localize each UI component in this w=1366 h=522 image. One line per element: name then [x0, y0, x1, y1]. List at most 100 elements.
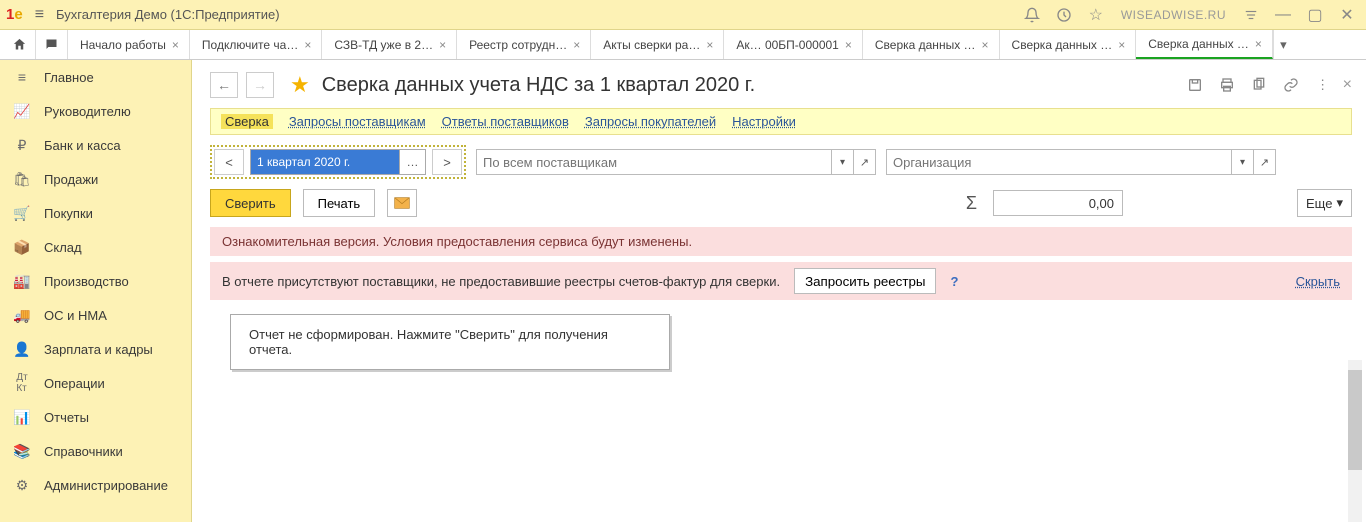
subtab-sverka[interactable]: Сверка [221, 114, 273, 129]
tab-6[interactable]: Сверка данных …× [863, 30, 1000, 59]
missing-warning-text: В отчете присутствуют поставщики, не пре… [222, 274, 780, 289]
sidebar-item-refs[interactable]: 📚 Справочники [0, 434, 191, 468]
history-icon[interactable] [1051, 2, 1077, 28]
sidebar-item-sales[interactable]: 🛍Продажи [0, 162, 191, 196]
close-icon[interactable]: × [573, 38, 580, 52]
sidebar: ≡Главное 📈Руководителю ₽Банк и касса 🛍Пр… [0, 60, 192, 522]
sidebar-item-label: Отчеты [44, 410, 89, 425]
print-icon[interactable] [1215, 73, 1239, 97]
sidebar-item-reports[interactable]: 📊 Отчеты [0, 400, 191, 434]
missing-warning: В отчете присутствуют поставщики, не пре… [210, 262, 1352, 300]
main-area: ← → ★ Сверка данных учета НДС за 1 кварт… [192, 60, 1366, 522]
close-page-icon[interactable]: × [1343, 76, 1352, 94]
tab-8[interactable]: Сверка данных …× [1136, 30, 1273, 59]
close-icon[interactable]: × [982, 38, 989, 52]
email-button[interactable] [387, 189, 417, 217]
feed-button[interactable] [36, 30, 68, 59]
close-icon[interactable]: × [1118, 38, 1125, 52]
supplier-input[interactable] [476, 149, 832, 175]
tab-7[interactable]: Сверка данных …× [1000, 30, 1137, 59]
sidebar-item-assets[interactable]: 🚚ОС и НМА [0, 298, 191, 332]
minimize-icon[interactable]: — [1270, 2, 1296, 28]
sidebar-item-label: Главное [44, 70, 94, 85]
period-next-button[interactable]: > [432, 149, 462, 175]
page-title: Сверка данных учета НДС за 1 квартал 202… [322, 74, 756, 97]
sidebar-item-bank[interactable]: ₽Банк и касса [0, 128, 191, 162]
hamburger-icon[interactable]: ≡ [29, 6, 50, 24]
supplier-combo: ▾ ↗ [476, 149, 876, 175]
maximize-icon[interactable]: ▢ [1302, 2, 1328, 28]
book-icon: 📚 [14, 443, 30, 459]
tab-5[interactable]: Ак… 00БП-000001× [724, 30, 863, 59]
sidebar-item-operations[interactable]: ДтКтОперации [0, 366, 191, 400]
supplier-open-icon[interactable]: ↗ [854, 149, 876, 175]
operations-icon: ДтКт [14, 375, 30, 391]
sub-tabs: Сверка Запросы поставщикам Ответы постав… [210, 108, 1352, 135]
org-open-icon[interactable]: ↗ [1254, 149, 1276, 175]
tab-0[interactable]: Начало работы× [68, 30, 190, 59]
sidebar-item-label: Продажи [44, 172, 98, 187]
subtab-answers-suppliers[interactable]: Ответы поставщиков [442, 114, 569, 129]
tabs-overflow-icon[interactable]: ▾ [1273, 30, 1293, 59]
subtab-requests-buyers[interactable]: Запросы покупателей [585, 114, 716, 129]
gear-icon: ⚙ [14, 477, 30, 493]
page-header: ← → ★ Сверка данных учета НДС за 1 кварт… [210, 72, 1352, 98]
org-dropdown-icon[interactable]: ▾ [1232, 149, 1254, 175]
tab-4[interactable]: Акты сверки ра…× [591, 30, 724, 59]
subtab-requests-suppliers[interactable]: Запросы поставщикам [289, 114, 426, 129]
supplier-dropdown-icon[interactable]: ▾ [832, 149, 854, 175]
close-window-icon[interactable]: ✕ [1334, 2, 1360, 28]
org-combo: ▾ ↗ [886, 149, 1276, 175]
sum-field: 0,00 [993, 190, 1123, 216]
subtab-settings[interactable]: Настройки [732, 114, 796, 129]
sidebar-item-label: Покупки [44, 206, 93, 221]
sidebar-item-production[interactable]: 🏭 Производство [0, 264, 191, 298]
sidebar-item-salary[interactable]: 👤 Зарплата и кадры [0, 332, 191, 366]
factory-icon: 🏭 [14, 273, 30, 289]
bell-icon[interactable] [1019, 2, 1045, 28]
sidebar-item-label: Производство [44, 274, 129, 289]
star-icon[interactable]: ☆ [1083, 2, 1109, 28]
tab-3[interactable]: Реестр сотрудн…× [457, 30, 591, 59]
scrollbar[interactable] [1348, 360, 1362, 522]
more-vert-icon[interactable]: ⋮ [1311, 73, 1335, 97]
logo-1c: 1e [6, 6, 23, 23]
save-icon[interactable] [1183, 73, 1207, 97]
person-icon: 👤 [14, 341, 30, 357]
close-icon[interactable]: × [304, 38, 311, 52]
sidebar-item-manager[interactable]: 📈Руководителю [0, 94, 191, 128]
sidebar-item-label: Справочники [44, 444, 123, 459]
link-icon[interactable] [1279, 73, 1303, 97]
help-icon[interactable]: ? [950, 274, 958, 289]
period-prev-button[interactable]: < [214, 149, 244, 175]
nav-back-button[interactable]: ← [210, 72, 238, 98]
verify-button[interactable]: Сверить [210, 189, 291, 217]
tab-2[interactable]: СЗВ-ТД уже в 2…× [322, 30, 457, 59]
hide-warning-link[interactable]: Скрыть [1296, 274, 1340, 289]
sidebar-item-purchases[interactable]: 🛒Покупки [0, 196, 191, 230]
close-icon[interactable]: × [845, 38, 852, 52]
tab-1[interactable]: Подключите ча…× [190, 30, 322, 59]
sidebar-item-label: Зарплата и кадры [44, 342, 153, 357]
close-icon[interactable]: × [1255, 37, 1262, 51]
copy-icon[interactable] [1247, 73, 1271, 97]
settings-icon[interactable] [1238, 2, 1264, 28]
more-button[interactable]: Еще▾ [1297, 189, 1352, 217]
request-registries-button[interactable]: Запросить реестры [794, 268, 936, 294]
period-select-button[interactable]: … [400, 149, 426, 175]
favorite-star-icon[interactable]: ★ [290, 72, 310, 98]
close-icon[interactable]: × [439, 38, 446, 52]
close-icon[interactable]: × [172, 38, 179, 52]
close-icon[interactable]: × [706, 38, 713, 52]
bars-icon: 📊 [14, 409, 30, 425]
print-button[interactable]: Печать [303, 189, 376, 217]
chart-icon: 📈 [14, 103, 30, 119]
period-input[interactable]: 1 квартал 2020 г. [250, 149, 400, 175]
home-button[interactable] [4, 30, 36, 59]
sidebar-item-admin[interactable]: ⚙ Администрирование [0, 468, 191, 502]
sidebar-item-main[interactable]: ≡Главное [0, 60, 191, 94]
org-input[interactable] [886, 149, 1232, 175]
nav-forward-button[interactable]: → [246, 72, 274, 98]
sidebar-item-label: Администрирование [44, 478, 168, 493]
sidebar-item-warehouse[interactable]: 📦Склад [0, 230, 191, 264]
